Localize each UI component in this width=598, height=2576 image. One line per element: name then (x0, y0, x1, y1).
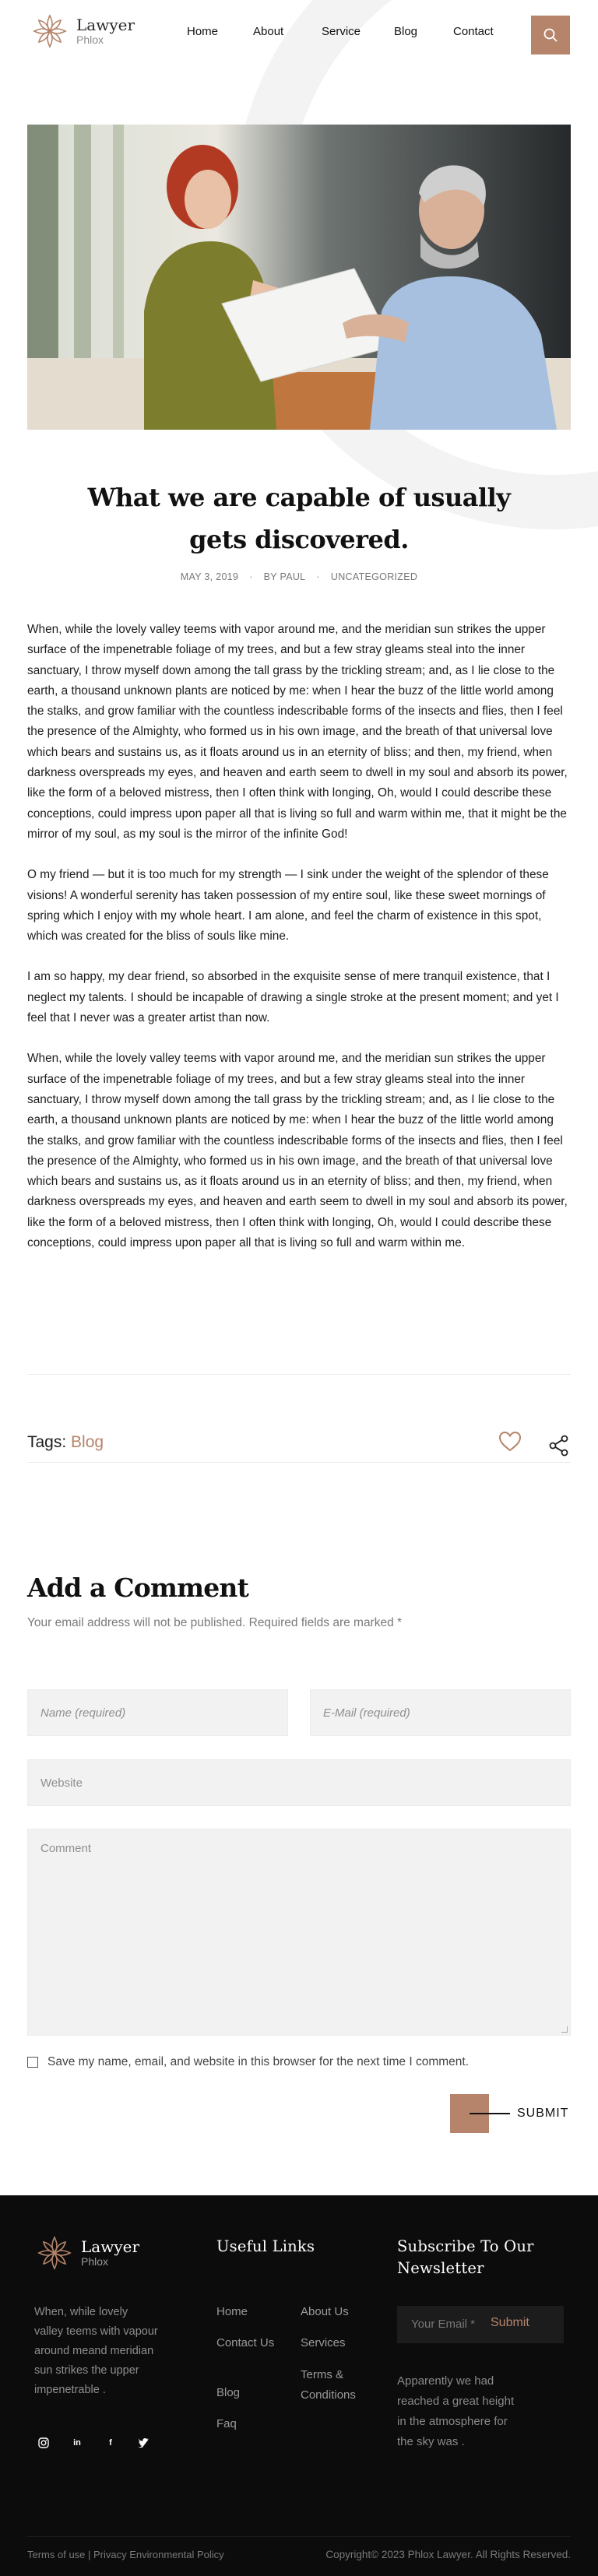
website-field[interactable]: Website (27, 1759, 571, 1806)
footer-link-services[interactable]: Services (301, 2335, 346, 2351)
submit-label: SUBMIT (517, 2107, 569, 2120)
nav-blog[interactable]: Blog (394, 25, 417, 38)
save-info-row: Save my name, email, and website in this… (27, 2055, 469, 2069)
footer-about-text: When, while lovely valley teems with vap… (34, 2306, 158, 2396)
email-field[interactable]: E-Mail (required) (310, 1689, 571, 1736)
footer-link-faq[interactable]: Faq (216, 2416, 237, 2432)
linkedin-icon[interactable]: in (68, 2434, 86, 2452)
footer-link-blog[interactable]: Blog (216, 2385, 240, 2401)
post-meta: MAY 3, 2019 · BY PAUL · UNCATEGORIZED (180, 571, 418, 582)
footer-link-terms[interactable]: Terms & Conditions (301, 2365, 378, 2406)
share-icon (549, 1435, 568, 1457)
twitter-icon[interactable] (135, 2434, 153, 2452)
footer-copyright: Copyright© 2023 Phlox Lawyer. All Rights… (325, 2549, 571, 2560)
instagram-icon[interactable] (34, 2434, 53, 2452)
submit-comment-button[interactable]: SUBMIT (450, 2094, 575, 2133)
site-footer: Lawyer Phlox When, while lovely valley t… (0, 2195, 598, 2576)
resize-handle-icon[interactable] (561, 2026, 568, 2033)
footer-logo-name: Lawyer (81, 2237, 140, 2256)
tag-link-blog[interactable]: Blog (71, 1433, 104, 1451)
footer-link-about[interactable]: About Us (301, 2304, 349, 2320)
footer-divider (27, 2536, 571, 2537)
comment-textarea[interactable]: Comment (27, 1829, 571, 2036)
useful-links-heading: Useful Links (216, 2237, 315, 2255)
footer-logo-subtitle: Phlox (81, 2255, 109, 2268)
blog-post-page: Lawyer Phlox Home About Service Blog Con… (0, 0, 598, 2576)
post-category[interactable]: UNCATEGORIZED (331, 571, 417, 582)
footer-link-home[interactable]: Home (216, 2304, 248, 2320)
post-featured-image (27, 125, 571, 430)
logo-subtitle: Phlox (76, 33, 104, 46)
footer-logo[interactable]: Lawyer Phlox (34, 2233, 139, 2273)
logo-flower-icon (33, 14, 67, 48)
newsletter-submit-button[interactable]: Submit (491, 2316, 529, 2330)
footer-legal-links[interactable]: Terms of use | Privacy Environmental Pol… (27, 2549, 224, 2560)
search-button[interactable] (531, 16, 570, 54)
share-button[interactable] (548, 1435, 570, 1460)
comment-placeholder: Comment (40, 1842, 92, 1855)
paragraph: I am so happy, my dear friend, so absorb… (27, 970, 559, 1025)
tags-label: Tags: (27, 1433, 67, 1451)
footer-social-links: in f (34, 2434, 153, 2452)
post-content: When, while the lovely valley teems with… (27, 620, 571, 1274)
facebook-icon[interactable]: f (101, 2434, 120, 2452)
newsletter-form: Your Email * Submit (397, 2306, 564, 2343)
footer-link-contact[interactable]: Contact Us (216, 2335, 274, 2351)
logo-name: Lawyer (76, 16, 135, 34)
post-tags: Tags: Blog (27, 1433, 104, 1452)
newsletter-note: Apparently we had reached a great height… (397, 2374, 515, 2448)
save-info-checkbox[interactable] (27, 2057, 38, 2068)
comment-form-note: Your email address will not be published… (27, 1616, 403, 1629)
newsletter-heading: Subscribe To Our Newsletter (397, 2237, 534, 2277)
submit-line-icon (470, 2113, 510, 2114)
nav-service[interactable]: Service (322, 25, 361, 38)
content-divider (27, 1374, 571, 1375)
office-meeting-illustration (27, 125, 571, 430)
paragraph: O my friend — but it is too much for my … (27, 868, 549, 944)
heart-icon (498, 1431, 522, 1452)
comment-form-title: Add a Comment (27, 1573, 249, 1603)
nav-home[interactable]: Home (187, 25, 218, 38)
paragraph: When, while the lovely valley teems with… (27, 1052, 568, 1250)
nav-about[interactable]: About (253, 25, 283, 38)
like-button[interactable] (498, 1431, 522, 1457)
paragraph: When, while the lovely valley teems with… (27, 623, 568, 841)
newsletter-email-input[interactable]: Your Email * (411, 2318, 475, 2331)
nav-contact[interactable]: Contact (453, 25, 494, 38)
tags-divider (27, 1462, 571, 1463)
site-header: Lawyer Phlox Home About Service Blog Con… (0, 0, 598, 67)
logo-flower-icon (37, 2236, 72, 2270)
search-icon (543, 28, 558, 42)
site-logo[interactable]: Lawyer Phlox (30, 11, 135, 51)
post-author[interactable]: BY PAUL (264, 571, 306, 582)
post-date: MAY 3, 2019 (180, 571, 239, 582)
post-title: What we are capable of usually gets disc… (87, 483, 511, 554)
save-info-label: Save my name, email, and website in this… (47, 2055, 470, 2068)
name-field[interactable]: Name (required) (27, 1689, 288, 1736)
